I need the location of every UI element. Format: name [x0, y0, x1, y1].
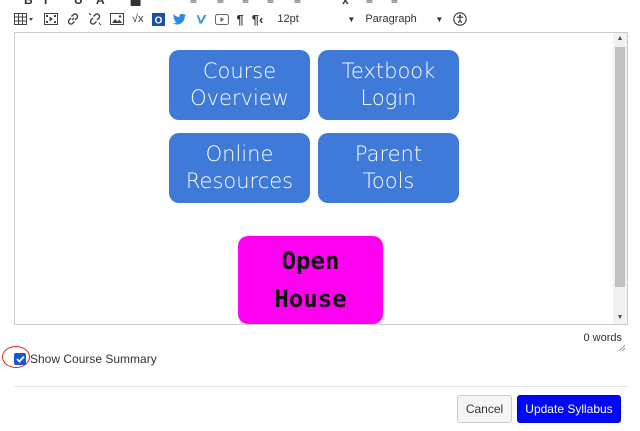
tile-label-line1: Online — [205, 142, 274, 166]
background-color-icon[interactable]: ▆ — [131, 0, 140, 6]
font-size-select[interactable]: 12pt ▼ — [277, 9, 355, 29]
youtube-button[interactable] — [214, 9, 229, 29]
numbered-list-icon[interactable]: ≡ — [366, 0, 373, 6]
editor-toolbar: √x O ¶ ¶‹ 12pt ▼ Paragraph ▼ — [14, 8, 626, 30]
resize-handle-icon[interactable] — [618, 344, 626, 352]
bold-icon[interactable]: B — [24, 0, 33, 6]
update-syllabus-button[interactable]: Update Syllabus — [517, 395, 621, 423]
tile-label-line2: Resources — [185, 169, 294, 193]
tile-label-line2: Tools — [362, 169, 415, 193]
course-overview-tile[interactable]: Course Overview — [169, 50, 310, 120]
ltr-button[interactable]: ¶ — [237, 9, 244, 29]
underline-icon[interactable]: U — [74, 0, 83, 6]
table-button[interactable] — [14, 9, 34, 29]
scroll-up-arrow-icon[interactable]: ▲ — [613, 33, 627, 45]
toolbar-row-cutoff: B I U A ▆ ≡ ≡ ≡ ≡ ≡ x ≡ ≡ — [14, 0, 626, 6]
image-button[interactable] — [110, 9, 124, 29]
rich-content-editor[interactable]: Course Overview Textbook Login Online Re… — [14, 32, 628, 325]
scroll-down-arrow-icon[interactable]: ▼ — [613, 312, 627, 324]
chevron-down-icon: ▼ — [347, 14, 356, 24]
vimeo-button[interactable] — [195, 9, 207, 29]
editor-scrollbar[interactable]: ▲ ▼ — [613, 33, 627, 324]
open-house-tile[interactable]: Open House — [238, 236, 383, 324]
show-course-summary-option[interactable]: Show Course Summary — [14, 352, 157, 366]
rtl-icon: ¶‹ — [251, 11, 264, 27]
link-icon — [67, 13, 79, 25]
office-icon: O — [151, 12, 165, 26]
align-right-icon[interactable]: ≡ — [242, 0, 249, 6]
unlink-button[interactable] — [88, 9, 102, 29]
open-house-line1: Open — [281, 247, 340, 275]
indent-icon[interactable]: ≡ — [391, 0, 398, 6]
scrollbar-thumb[interactable] — [615, 47, 625, 287]
align-justify-icon[interactable]: ≡ — [267, 0, 274, 6]
tile-label-line1: Textbook — [341, 59, 436, 83]
ltr-icon: ¶ — [236, 11, 244, 27]
equation-icon: √x — [132, 13, 144, 25]
cancel-button[interactable]: Cancel — [457, 395, 512, 423]
tile-label-line1: Course — [202, 59, 277, 83]
twitter-icon — [172, 13, 186, 25]
parent-tools-tile[interactable]: Parent Tools — [318, 133, 459, 203]
unlink-icon — [88, 12, 102, 26]
bullet-list-icon[interactable]: ≡ — [294, 0, 301, 6]
online-resources-tile[interactable]: Online Resources — [169, 133, 310, 203]
text-color-icon[interactable]: A — [96, 0, 105, 6]
vimeo-icon — [195, 14, 207, 23]
superscript-icon[interactable]: x — [342, 0, 349, 6]
table-icon — [14, 13, 33, 25]
image-icon — [110, 13, 124, 25]
media-button[interactable] — [44, 9, 58, 29]
tile-label-line1: Parent — [354, 142, 423, 166]
show-course-summary-label: Show Course Summary — [30, 352, 157, 366]
media-icon — [44, 13, 58, 25]
equation-button[interactable]: √x — [132, 9, 144, 29]
accessibility-icon — [453, 12, 468, 26]
twitter-button[interactable] — [172, 9, 187, 29]
divider — [14, 386, 628, 387]
tile-label-line2: Overview — [190, 86, 289, 110]
chevron-down-icon: ▼ — [435, 14, 444, 24]
block-format-select[interactable]: Paragraph ▼ — [365, 9, 443, 29]
italic-icon[interactable]: I — [44, 0, 47, 6]
align-center-icon[interactable]: ≡ — [217, 0, 224, 6]
link-button[interactable] — [66, 9, 80, 29]
tile-label-line2: Login — [360, 86, 417, 110]
show-course-summary-checkbox[interactable] — [14, 353, 26, 365]
open-house-line2: House — [274, 285, 347, 313]
textbook-login-tile[interactable]: Textbook Login — [318, 50, 459, 120]
block-format-value: Paragraph — [365, 13, 417, 25]
align-left-icon[interactable]: ≡ — [190, 0, 197, 6]
office-button[interactable]: O — [151, 9, 165, 29]
rtl-button[interactable]: ¶‹ — [252, 9, 264, 29]
youtube-icon — [214, 13, 229, 25]
accessibility-button[interactable] — [453, 9, 468, 29]
checkmark-icon — [15, 355, 25, 363]
word-count: 0 words — [583, 332, 622, 344]
svg-text:O: O — [154, 15, 162, 26]
font-size-value: 12pt — [277, 13, 299, 25]
